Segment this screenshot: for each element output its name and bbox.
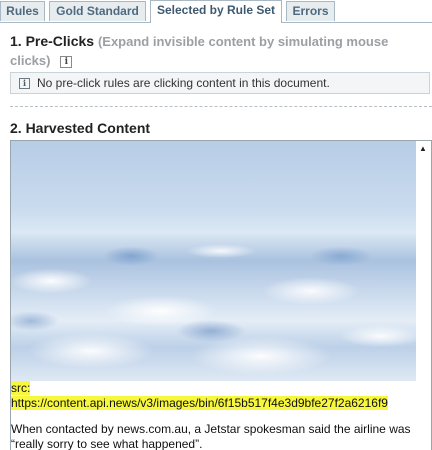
tab-gold-standard[interactable]: Gold Standard: [49, 1, 146, 21]
src-url: https://content.api.news/v3/images/bin/6…: [11, 396, 388, 410]
info-icon[interactable]: i: [60, 56, 73, 68]
pre-click-notice: i No pre-click rules are clicking conten…: [10, 72, 430, 94]
scroll-up-arrow-icon[interactable]: ▲: [419, 145, 427, 153]
tab-rules[interactable]: Rules: [0, 1, 45, 21]
pre-clicks-heading: 1. Pre-Clicks (Expand invisible content …: [10, 32, 410, 70]
src-label: src:: [11, 381, 31, 395]
tab-errors[interactable]: Errors: [286, 1, 335, 21]
harvested-content-heading: 2. Harvested Content: [10, 120, 151, 136]
notice-text: No pre-click rules are clicking content …: [37, 76, 330, 90]
pre-clicks-title: 1. Pre-Clicks: [10, 33, 95, 49]
notice-info-icon: i: [19, 78, 30, 89]
harvested-content-frame[interactable]: src: https://content.api.news/v3/images/…: [10, 140, 432, 450]
tab-bar: Rules Gold Standard Selected by Rule Set…: [0, 0, 432, 23]
tab-selected-by-rule-set[interactable]: Selected by Rule Set: [150, 0, 282, 23]
article-paragraph: When contacted by news.com.au, a Jetstar…: [11, 422, 411, 450]
section-divider: [10, 106, 432, 107]
clouds-photo-image: [11, 141, 416, 381]
image-source: src: https://content.api.news/v3/images/…: [11, 381, 416, 411]
vertical-scrollbar[interactable]: ▲: [416, 141, 431, 450]
